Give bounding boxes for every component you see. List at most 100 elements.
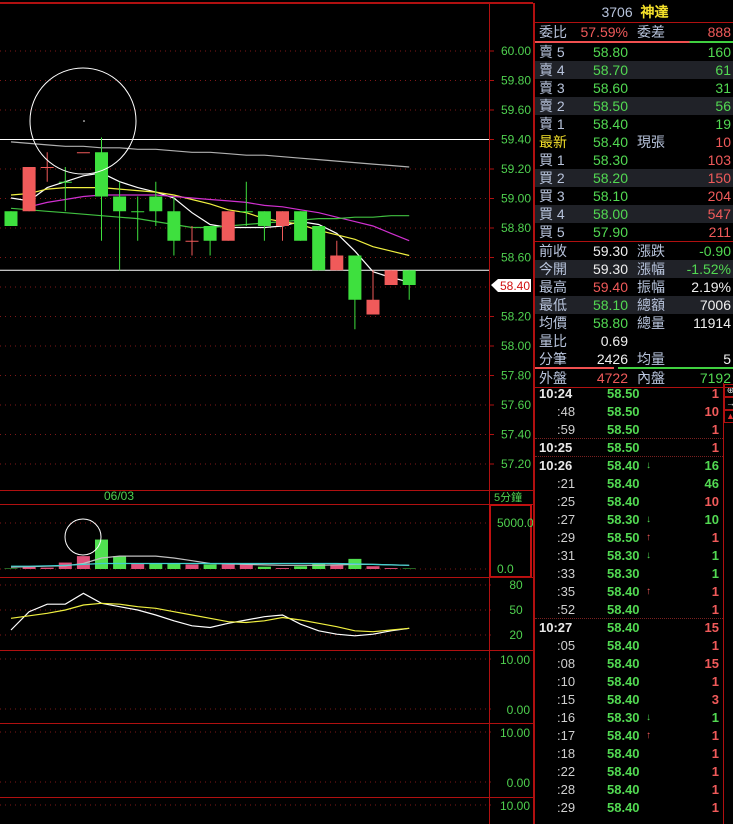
candle-body	[167, 211, 181, 241]
tick-time: :48	[557, 404, 576, 419]
tick-time: :29	[557, 800, 576, 815]
chart-area[interactable]: 60.00 59.80 59.60 59.40 59.20 59.00 58.80 58.60…	[0, 0, 533, 824]
candle-body	[294, 211, 308, 241]
candle-body	[95, 152, 108, 197]
tick-row[interactable]: 10:26 58.40 ↓ 16	[535, 457, 723, 475]
last-price: 58.40	[592, 134, 628, 150]
ask-volume: 19	[715, 116, 731, 132]
tick-price: 58.40	[607, 692, 640, 707]
tick-row[interactable]: :27 58.30 ↓ 10	[535, 511, 723, 529]
diff-label: 委差	[637, 24, 665, 40]
tick-row[interactable]: :08 58.40 15	[535, 655, 723, 673]
candle-body	[185, 240, 199, 242]
stat-label-2: 總量	[637, 315, 665, 331]
tick-row[interactable]: :25 58.40 10	[535, 493, 723, 511]
tick-row[interactable]: :22 58.40 1	[535, 763, 723, 781]
last-price-row: 最新 58.40 現張 10	[535, 133, 733, 151]
tick-row[interactable]: :17 58.40 ↑ 1	[535, 727, 723, 745]
tick-time: 10:26	[539, 458, 573, 473]
stat-row: 分筆 2426 均量 5	[535, 350, 733, 368]
tick-volume: 15	[704, 620, 719, 635]
price-axis-label: 58.00	[501, 339, 531, 353]
tick-row[interactable]: 10:24 58.50 1	[535, 385, 723, 403]
tick-arrow-icon: ↓	[646, 460, 651, 471]
tick-row[interactable]: :18 58.40 1	[535, 745, 723, 763]
chart-frame	[0, 2, 533, 824]
tick-price: 58.40	[607, 800, 640, 815]
ask-volume: 160	[707, 44, 731, 60]
last-volume: 10	[715, 134, 731, 150]
period-label[interactable]: 5分鐘	[494, 490, 522, 504]
tick-arrow-icon: ↑	[646, 532, 651, 543]
tick-row[interactable]: :29 58.40 1	[535, 799, 723, 817]
tick-row[interactable]: :59 58.50 1	[535, 421, 723, 439]
price-axis-label: 57.40	[501, 428, 531, 442]
tick-price: 58.30	[607, 710, 640, 725]
volume-bar	[95, 539, 108, 569]
candle	[95, 137, 108, 241]
scroll-up-icon[interactable]: ▲	[724, 410, 733, 423]
ask-row: 賣 2 58.50 56	[535, 97, 733, 115]
stat-label-2: 漲幅	[637, 261, 665, 277]
drawing-circle-annotation[interactable]	[29, 67, 137, 175]
tick-row[interactable]: :28 58.40 1	[535, 781, 723, 799]
tick-price: 58.40	[607, 656, 640, 671]
tick-row[interactable]: :48 58.50 10	[535, 403, 723, 421]
arrow-right-icon[interactable]: →	[724, 397, 733, 410]
candle-body	[113, 196, 127, 212]
tick-row[interactable]: :05 58.40 1	[535, 637, 723, 655]
tick-row[interactable]: :33 58.30 1	[535, 565, 723, 583]
volume-circle-annotation[interactable]	[64, 518, 102, 556]
volume-bar	[294, 566, 308, 569]
tick-row[interactable]: :15 58.40 3	[535, 691, 723, 709]
tick-time: :27	[557, 512, 576, 527]
osc-axis-label: 80	[509, 578, 523, 592]
tick-row[interactable]: :29 58.50 ↑ 1	[535, 529, 723, 547]
tick-row[interactable]: :16 58.30 ↓ 1	[535, 709, 723, 727]
candle	[185, 226, 199, 256]
tick-time: :08	[557, 656, 576, 671]
stat-row: 量比 0.69	[535, 332, 733, 350]
stat-label-2: 均量	[637, 351, 665, 367]
candle	[40, 152, 54, 182]
tick-volume: 1	[711, 584, 719, 599]
stat-value: 59.30	[592, 243, 628, 259]
volume-axis-label: 5000.0	[497, 516, 533, 530]
volume-bar	[40, 567, 54, 569]
tick-price: 58.30	[607, 548, 640, 563]
tick-time: :05	[557, 638, 576, 653]
tick-row[interactable]: :10 58.40 1	[535, 673, 723, 691]
candle	[4, 211, 18, 226]
tick-price: 58.40	[607, 638, 640, 653]
stat-value: 58.10	[592, 297, 628, 313]
candle	[330, 240, 344, 271]
tick-row[interactable]: :21 58.40 46	[535, 475, 723, 493]
candle-body	[330, 255, 344, 271]
candle-body	[402, 270, 416, 285]
ratio-value: 57.59%	[580, 24, 628, 40]
osc-axis-label: 20	[509, 628, 523, 642]
stat-label: 最低	[539, 297, 567, 313]
quote-panel: 3706 神達 委比 57.59% 委差 888 ⊕ → ▲ 賣 5 58.80 1…	[533, 3, 733, 824]
tick-volume: 1	[711, 674, 719, 689]
osc-axis-label: 50	[509, 603, 523, 617]
tick-row[interactable]: 10:25 58.50 1	[535, 439, 723, 457]
tick-row[interactable]: :52 58.40 1	[535, 601, 723, 619]
last-price-badge: 58.40	[491, 279, 531, 293]
bid-price: 58.00	[592, 206, 628, 222]
tick-arrow-icon: ↓	[646, 514, 651, 525]
tick-row[interactable]: :31 58.30 ↓ 1	[535, 547, 723, 565]
volume-bar	[221, 564, 235, 569]
ask-label: 賣 2	[539, 98, 565, 114]
tick-volume: 1	[711, 638, 719, 653]
tick-price: 58.50	[607, 386, 640, 401]
tick-row[interactable]: :35 58.40 ↑ 1	[535, 583, 723, 601]
stat-row: 最低 58.10 總額 7006	[535, 296, 733, 314]
tick-time: :21	[557, 476, 576, 491]
tick-row[interactable]: 10:27 58.40 15	[535, 619, 723, 637]
stat-value: 58.80	[592, 315, 628, 331]
diff-value: 888	[707, 24, 731, 40]
stat-row: 均價 58.80 總量 11914	[535, 314, 733, 332]
stat-value-2: 5	[723, 351, 731, 367]
ma-gray	[10, 141, 410, 168]
